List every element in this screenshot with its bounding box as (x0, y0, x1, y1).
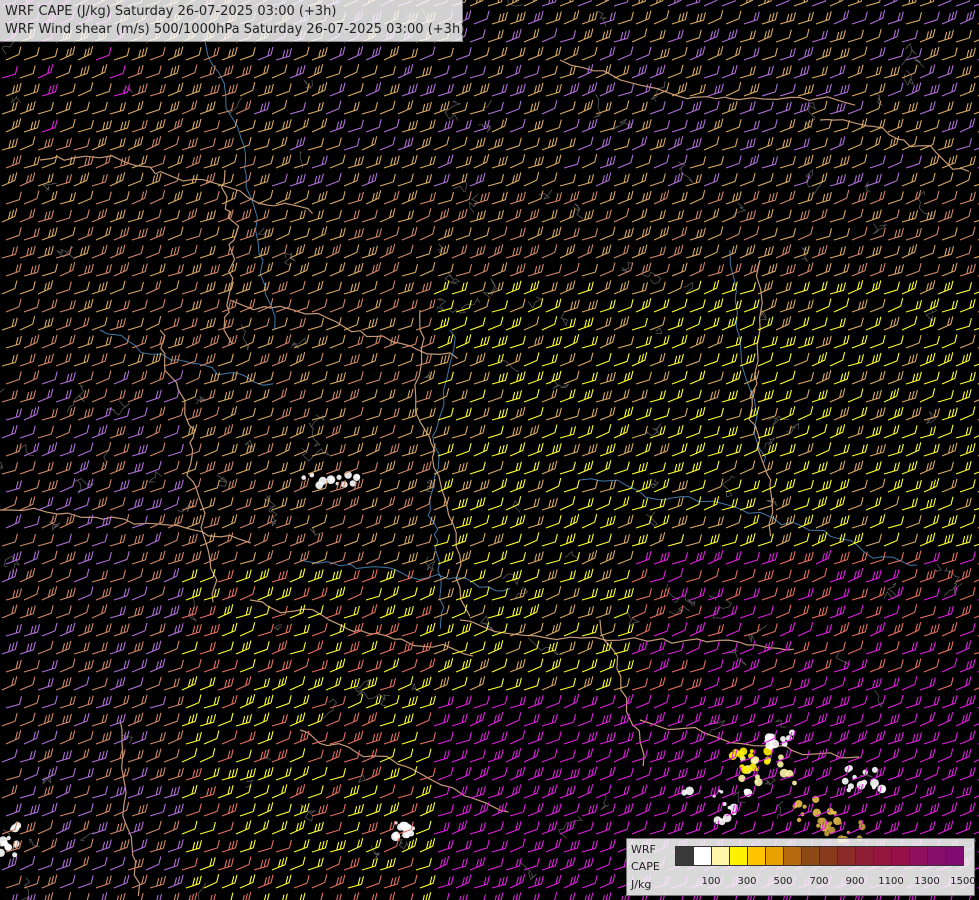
cape-spot (768, 745, 772, 749)
cape-spot (408, 830, 415, 837)
legend-tick-label: 700 (809, 876, 829, 887)
cape-spot (301, 475, 307, 480)
cape-spot (846, 787, 851, 793)
cape-spot (754, 779, 759, 784)
cape-spot (738, 774, 746, 783)
cape-spot (749, 749, 754, 754)
legend-swatch (711, 846, 730, 866)
cape-spot (871, 766, 878, 773)
cape-spot (841, 777, 849, 785)
legend-tick-label: 900 (845, 876, 865, 887)
cape-spot (871, 785, 876, 790)
map-title-box: WRF CAPE (J/kg) Saturday 26-07-2025 03:0… (0, 0, 466, 42)
cape-spot (719, 790, 724, 794)
cape-title: WRF CAPE (J/kg) Saturday 26-07-2025 03:0… (5, 4, 337, 19)
legend-tick-label: 1100 (878, 876, 904, 887)
cape-spot (796, 817, 802, 823)
legend-tick-label: 500 (773, 876, 793, 887)
cape-spot (828, 821, 833, 825)
legend-swatch (675, 846, 694, 866)
cape-spot (777, 761, 784, 768)
legend-tick-label: 100 (701, 876, 721, 887)
legend-model-label: WRF (631, 843, 656, 856)
legend-tick-label: 300 (737, 876, 757, 887)
cape-spot (318, 476, 327, 485)
legend-swatch (873, 846, 892, 866)
cape-spot (836, 819, 842, 825)
legend-swatch (783, 846, 802, 866)
cape-legend: WRF CAPE J/kg 100 300 500 700 900 1100 1300 150… (626, 838, 976, 896)
cape-windshear-map (0, 0, 979, 900)
legend-swatch (945, 846, 964, 866)
cape-spot (792, 780, 797, 786)
legend-swatch (801, 846, 820, 866)
legend-swatch (909, 846, 928, 866)
legend-swatch (891, 846, 910, 866)
cape-spot (329, 477, 334, 482)
legend-swatch (693, 846, 712, 866)
legend-variable-label: CAPE (631, 860, 660, 873)
legend-swatch (837, 846, 856, 866)
cape-spot (400, 821, 410, 831)
legend-tick-label: 1500 (950, 876, 976, 887)
cape-spot (713, 816, 722, 825)
legend-swatch (855, 846, 874, 866)
cape-spot (727, 805, 731, 810)
cape-spot (794, 800, 803, 808)
legend-swatch (729, 846, 748, 866)
map-background (0, 0, 979, 900)
wind-shear-title: WRF Wind shear (m/s) 500/1000hPa Saturda… (5, 22, 466, 37)
legend-swatch (747, 846, 766, 866)
legend-swatch (765, 846, 784, 866)
cape-spot (831, 810, 835, 815)
legend-unit-label: J/kg (631, 878, 652, 891)
legend-swatch (819, 846, 838, 866)
cape-spot (780, 736, 786, 742)
cape-spot (353, 473, 361, 481)
cape-spot (749, 763, 757, 772)
cape-spot (736, 750, 745, 758)
legend-tick-label: 1300 (914, 876, 940, 887)
cape-spot (802, 804, 807, 809)
cape-spot (816, 823, 820, 828)
cape-spot (685, 786, 694, 796)
cape-spot (336, 474, 342, 480)
legend-swatch (927, 846, 946, 866)
